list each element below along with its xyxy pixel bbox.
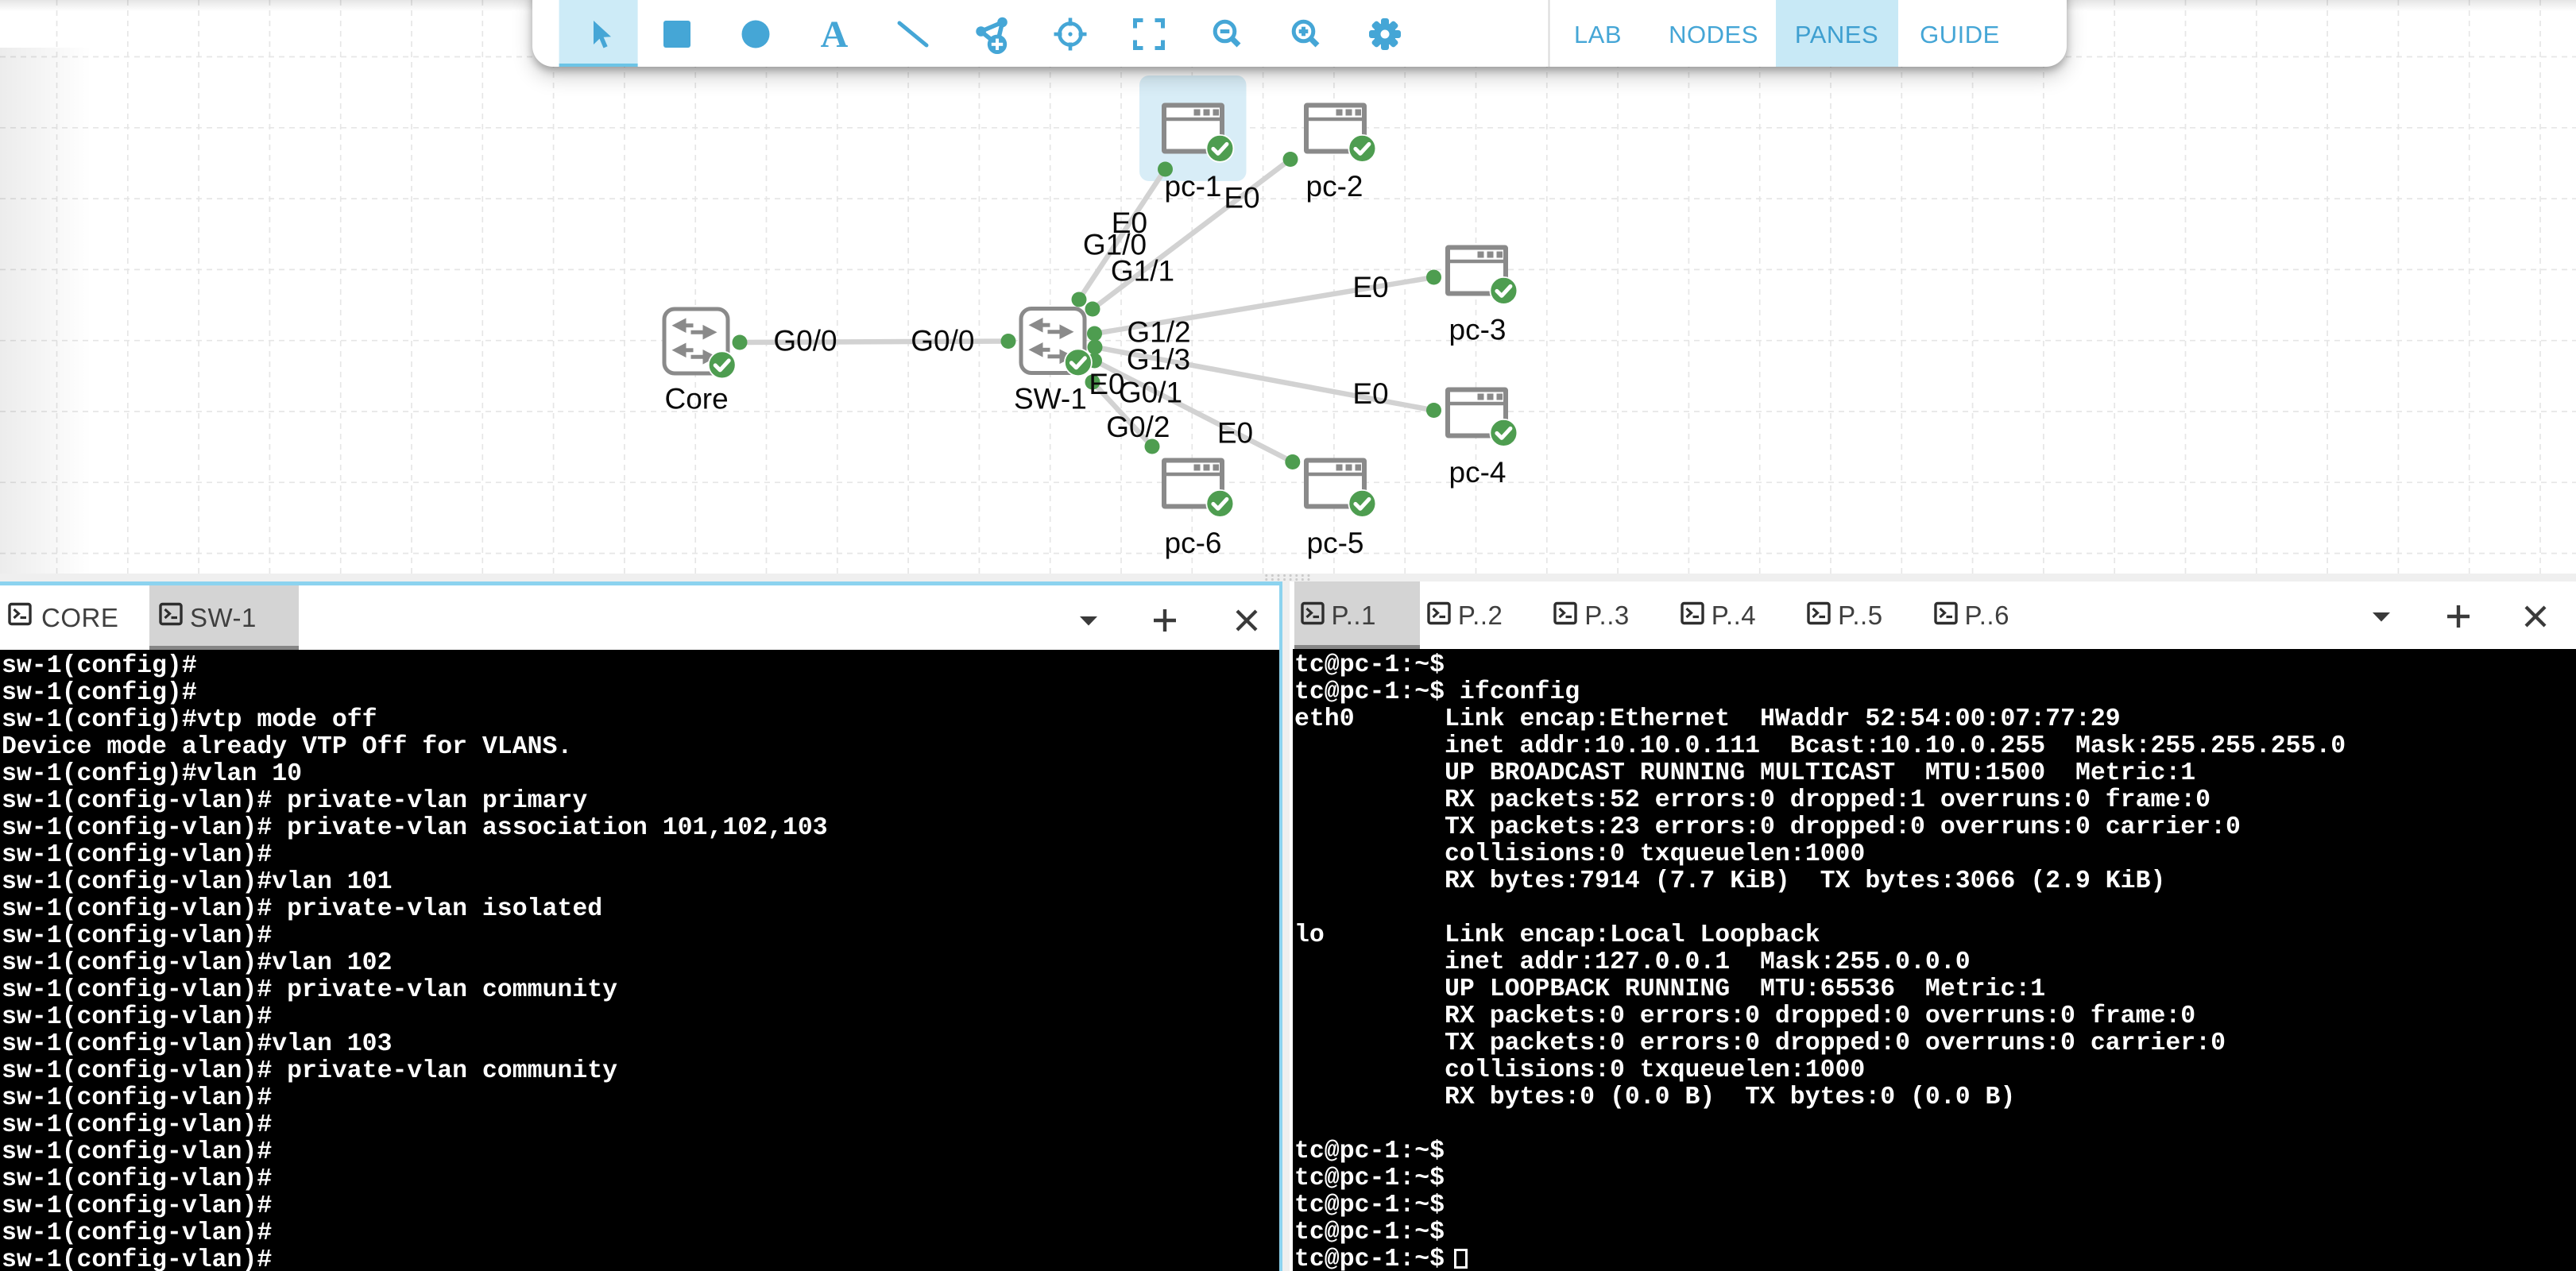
svg-text:G1/3: G1/3	[1127, 343, 1190, 376]
svg-text:E0: E0	[1352, 377, 1388, 410]
svg-text:E0: E0	[1224, 182, 1259, 214]
svg-text:E0: E0	[1089, 368, 1124, 400]
svg-text:G0/2: G0/2	[1106, 411, 1170, 443]
svg-text:pc-3: pc-3	[1449, 314, 1507, 346]
svg-text:pc-5: pc-5	[1307, 527, 1364, 559]
svg-text:SW-1: SW-1	[1014, 383, 1087, 415]
svg-text:A: A	[821, 14, 849, 56]
svg-text:PANES: PANES	[1795, 21, 1878, 48]
svg-text:pc-6: pc-6	[1165, 527, 1222, 559]
svg-text:GUIDE: GUIDE	[1920, 21, 2000, 48]
svg-text:G0/0: G0/0	[773, 325, 837, 357]
svg-text:Core: Core	[664, 383, 728, 415]
svg-text:pc-4: pc-4	[1449, 456, 1507, 489]
svg-text:NODES: NODES	[1669, 21, 1758, 48]
svg-text:pc-1: pc-1	[1165, 170, 1222, 203]
svg-text:E0: E0	[1217, 417, 1253, 450]
svg-text:pc-2: pc-2	[1306, 170, 1363, 203]
svg-text:LAB: LAB	[1574, 21, 1622, 48]
svg-text:E0: E0	[1352, 271, 1388, 303]
svg-text:G0/1: G0/1	[1119, 377, 1182, 409]
svg-text:G1/1: G1/1	[1111, 254, 1174, 287]
svg-text:G0/0: G0/0	[911, 325, 974, 357]
